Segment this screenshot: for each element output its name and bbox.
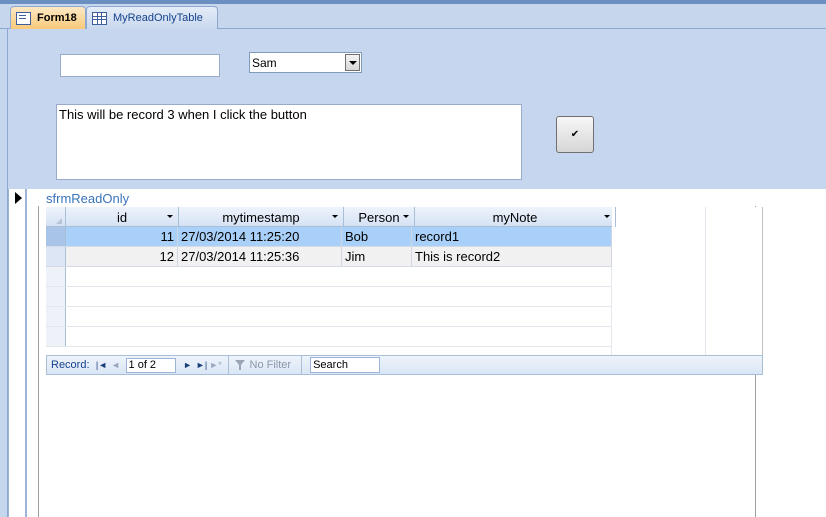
tab-form18[interactable]: Form18 [10,6,86,29]
tab-myreadonlytable[interactable]: MyReadOnlyTable [86,6,218,29]
person-combo-box[interactable]: Sam [249,52,362,73]
tab-myreadonlytable-label: MyReadOnlyTable [113,12,203,24]
column-header-mynote[interactable]: myNote [415,207,616,227]
tab-form18-label: Form18 [37,12,77,24]
person-combo-value: Sam [252,55,277,70]
last-record-button[interactable]: ►| [196,358,208,372]
nav-separator [227,356,229,374]
filter-icon [234,360,246,370]
cell-mytimestamp[interactable]: 27/03/2014 11:25:36 [178,247,342,266]
row-selector [46,267,66,286]
form-icon [16,11,31,25]
previous-record-button[interactable]: ◄ [110,358,122,372]
column-header-label: Person [358,209,400,225]
form-record-selector[interactable] [8,189,27,517]
empty-grid-row [46,267,612,287]
current-record-arrow-icon [15,192,22,204]
subform-label: sfrmReadOnly [46,191,130,206]
tab-bar-border [0,0,826,4]
record-navigation-bar: Record: |◄ ◄ 1 of 2 ► ►| ►* No Filter Se… [46,355,763,375]
select-all-corner[interactable] [46,207,66,227]
table-row[interactable]: 12 27/03/2014 11:25:36 Jim This is recor… [46,247,612,267]
grid-divider [705,207,706,355]
next-record-button[interactable]: ► [182,358,194,372]
row-selector[interactable] [46,247,66,266]
empty-grid-row [46,287,612,307]
chevron-down-icon [348,60,357,65]
cell-id[interactable]: 12 [66,247,178,266]
column-dropdown-icon[interactable] [604,215,610,218]
column-header-label: mytimestamp [222,209,300,225]
no-filter-label: No Filter [249,359,292,371]
first-record-button[interactable]: |◄ [96,358,108,372]
new-record-button[interactable]: ►* [209,358,221,372]
unbound-text-field[interactable] [60,54,220,77]
column-header-label: id [116,209,128,225]
form-record-selector-bar [0,29,8,517]
column-header-id[interactable]: id [66,207,179,227]
checkmark-icon: ✔ [570,129,580,140]
cell-mynote[interactable]: This is record2 [412,247,612,266]
column-header-person[interactable]: Person [344,207,415,227]
cell-mynote[interactable]: record1 [412,227,612,246]
note-text-field[interactable]: This will be record 3 when I click the b… [56,104,522,180]
column-header-mytimestamp[interactable]: mytimestamp [179,207,344,227]
nav-separator [301,356,303,374]
no-filter-toggle[interactable]: No Filter [233,359,298,371]
column-header-label: myNote [492,209,538,225]
cell-person[interactable]: Jim [342,247,412,266]
row-selector [46,287,66,306]
cell-mytimestamp[interactable]: 27/03/2014 11:25:20 [178,227,342,246]
column-dropdown-icon[interactable] [403,215,409,218]
row-selector[interactable] [46,227,66,246]
row-selector [46,327,66,346]
record-position-input[interactable]: 1 of 2 [125,357,176,373]
add-record-button[interactable]: ✔ [556,116,594,153]
cell-person[interactable]: Bob [342,227,412,246]
search-input[interactable]: Search [310,357,381,373]
cell-id[interactable]: 11 [66,227,178,246]
record-label: Record: [51,359,90,371]
row-selector [46,307,66,326]
empty-grid-row [46,307,612,327]
empty-grid-row [46,327,612,347]
column-dropdown-icon[interactable] [167,215,173,218]
column-dropdown-icon[interactable] [332,215,338,218]
combo-dropdown-button[interactable] [345,54,360,71]
datasheet-header: id mytimestamp Person myNote [46,207,616,227]
table-icon [92,11,107,25]
table-row[interactable]: 11 27/03/2014 11:25:20 Bob record1 [46,227,612,247]
